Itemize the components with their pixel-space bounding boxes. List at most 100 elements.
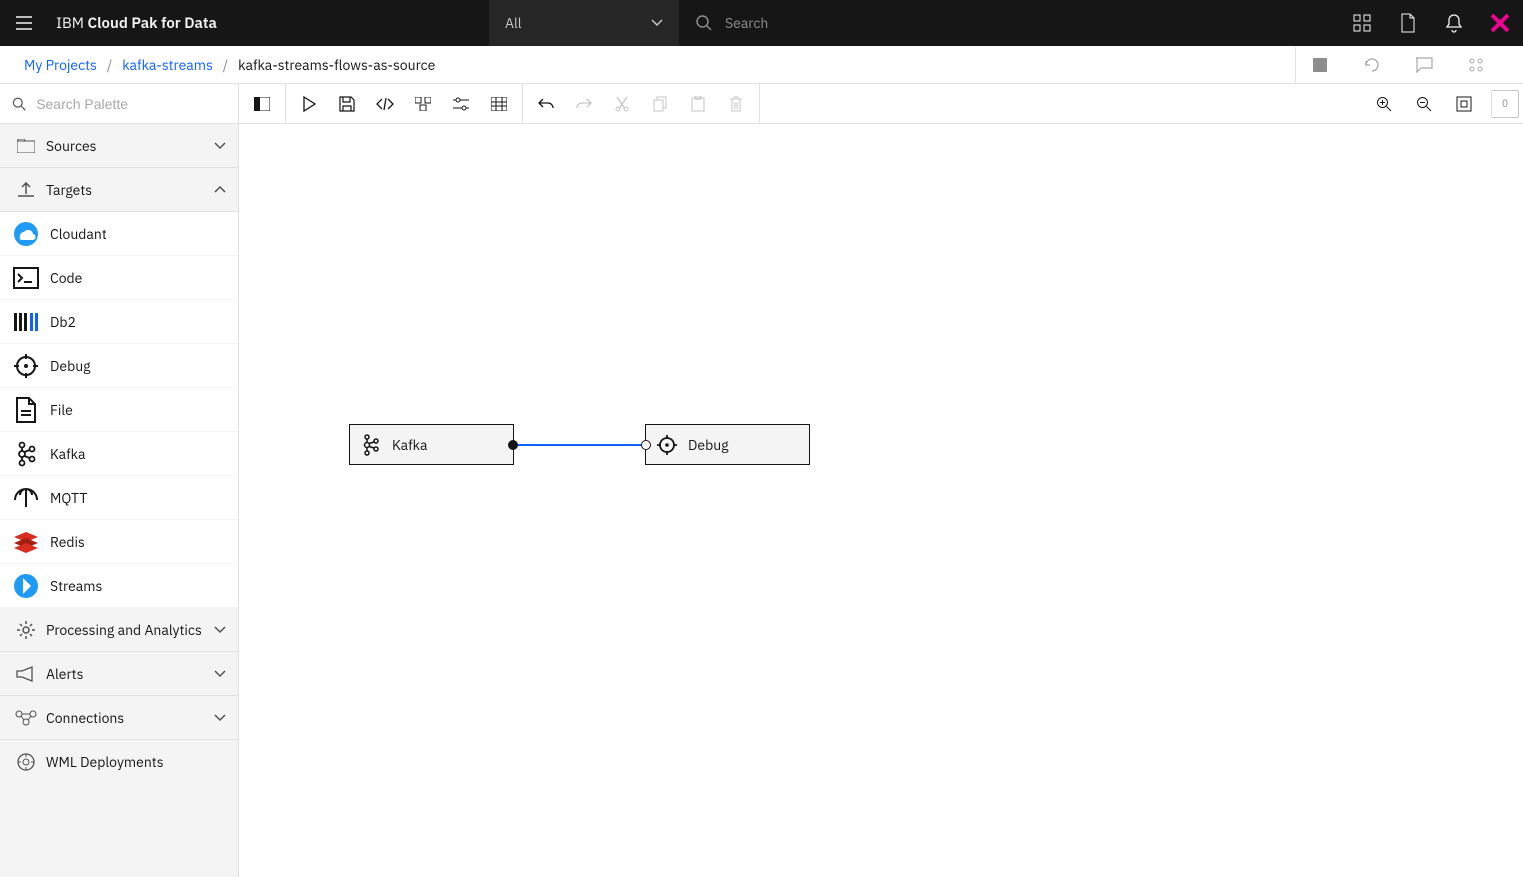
category-wml[interactable]: WML Deployments bbox=[0, 740, 238, 784]
comment-icon bbox=[1415, 57, 1433, 73]
apps-button[interactable] bbox=[1339, 0, 1385, 46]
zoom-in-icon bbox=[1376, 96, 1392, 112]
toggle-palette-button[interactable] bbox=[243, 85, 281, 123]
app-switcher-icon bbox=[1353, 14, 1371, 32]
redo-icon bbox=[576, 98, 592, 110]
node-debug[interactable]: Debug bbox=[645, 424, 810, 465]
zoom-fit-button[interactable] bbox=[1445, 85, 1483, 123]
undo-button[interactable] bbox=[527, 85, 565, 123]
scope-selected-label: All bbox=[505, 14, 522, 32]
zoom-controls: 0 bbox=[1361, 84, 1523, 123]
scope-dropdown[interactable]: All bbox=[489, 0, 679, 46]
global-search[interactable]: Search bbox=[679, 0, 1339, 46]
cut-button[interactable] bbox=[603, 85, 641, 123]
breadcrumb-project[interactable]: kafka-streams bbox=[122, 56, 213, 74]
notifications-badge[interactable]: 0 bbox=[1491, 90, 1519, 118]
table-icon bbox=[491, 97, 507, 111]
paste-button[interactable] bbox=[679, 85, 717, 123]
edge-kafka-debug[interactable] bbox=[514, 444, 645, 446]
palette-item-label: Redis bbox=[40, 533, 85, 551]
palette-search[interactable] bbox=[0, 84, 239, 123]
wml-icon bbox=[12, 752, 40, 772]
global-header: IBM Cloud Pak for Data All Search bbox=[0, 0, 1523, 46]
run-button[interactable] bbox=[290, 85, 328, 123]
category-alerts[interactable]: Alerts bbox=[0, 652, 238, 696]
document-button[interactable] bbox=[1385, 0, 1431, 46]
target-icon bbox=[656, 434, 678, 456]
category-connections[interactable]: Connections bbox=[0, 696, 238, 740]
undo-icon bbox=[538, 98, 554, 110]
category-label: Connections bbox=[40, 709, 214, 727]
palette-item-file[interactable]: File bbox=[0, 388, 238, 432]
brand-title: IBM Cloud Pak for Data bbox=[48, 14, 217, 33]
palette-item-label: MQTT bbox=[40, 489, 87, 507]
settings-button[interactable] bbox=[1451, 47, 1499, 83]
category-processing[interactable]: Processing and Analytics bbox=[0, 608, 238, 652]
zoom-in-button[interactable] bbox=[1365, 85, 1403, 123]
category-sources[interactable]: Sources bbox=[0, 124, 238, 168]
save-button[interactable] bbox=[328, 85, 366, 123]
schema-icon bbox=[415, 97, 431, 111]
palette-item-kafka[interactable]: Kafka bbox=[0, 432, 238, 476]
breadcrumb-current: kafka-streams-flows-as-source bbox=[238, 56, 435, 74]
palette-item-label: Debug bbox=[40, 357, 91, 375]
code-icon bbox=[376, 97, 394, 111]
palette-search-input[interactable] bbox=[36, 96, 226, 112]
breadcrumb: My Projects / kafka-streams / kafka-stre… bbox=[24, 56, 435, 74]
schema-button[interactable] bbox=[404, 85, 442, 123]
history-icon bbox=[1363, 56, 1381, 74]
code-button[interactable] bbox=[366, 85, 404, 123]
palette-item-db2[interactable]: Db2 bbox=[0, 300, 238, 344]
search-placeholder: Search bbox=[725, 14, 768, 32]
table-button[interactable] bbox=[480, 85, 518, 123]
hamburger-icon bbox=[14, 13, 34, 33]
comments-button[interactable] bbox=[1399, 47, 1447, 83]
palette-item-label: Db2 bbox=[40, 313, 76, 331]
palette-item-debug[interactable]: Debug bbox=[0, 344, 238, 388]
stop-button[interactable] bbox=[1295, 47, 1343, 83]
paste-icon bbox=[691, 96, 705, 112]
chevron-up-icon bbox=[214, 186, 226, 194]
zoom-out-icon bbox=[1416, 96, 1432, 112]
category-label: Targets bbox=[40, 181, 214, 199]
badge-count: 0 bbox=[1502, 97, 1508, 110]
brand-product: Cloud Pak for Data bbox=[88, 14, 217, 33]
hamburger-menu-button[interactable] bbox=[0, 0, 48, 46]
zoom-fit-icon bbox=[1456, 96, 1472, 112]
db2-icon bbox=[12, 308, 40, 336]
delete-button[interactable] bbox=[717, 85, 755, 123]
cut-icon bbox=[615, 96, 629, 112]
notifications-button[interactable] bbox=[1431, 0, 1477, 46]
close-button[interactable] bbox=[1477, 0, 1523, 46]
streams-icon bbox=[12, 572, 40, 600]
breadcrumb-root[interactable]: My Projects bbox=[24, 56, 97, 74]
copy-button[interactable] bbox=[641, 85, 679, 123]
flow-canvas[interactable]: Kafka Debug bbox=[239, 124, 1523, 877]
category-targets[interactable]: Targets bbox=[0, 168, 238, 212]
folder-icon bbox=[12, 139, 40, 153]
copy-icon bbox=[653, 96, 667, 112]
palette-item-code[interactable]: Code bbox=[0, 256, 238, 300]
palette-item-streams[interactable]: Streams bbox=[0, 564, 238, 608]
chevron-down-icon bbox=[214, 142, 226, 150]
palette-item-cloudant[interactable]: Cloudant bbox=[0, 212, 238, 256]
history-button[interactable] bbox=[1347, 47, 1395, 83]
input-port[interactable] bbox=[641, 440, 651, 450]
category-label: WML Deployments bbox=[40, 753, 226, 771]
palette-sidebar: Sources Targets Cloudant bbox=[0, 124, 239, 877]
parameters-button[interactable] bbox=[442, 85, 480, 123]
palette-item-redis[interactable]: Redis bbox=[0, 520, 238, 564]
redo-button[interactable] bbox=[565, 85, 603, 123]
output-port[interactable] bbox=[508, 440, 518, 450]
node-kafka[interactable]: Kafka bbox=[349, 424, 514, 465]
palette-item-mqtt[interactable]: MQTT bbox=[0, 476, 238, 520]
panel-toggle-icon bbox=[254, 97, 270, 111]
header-actions bbox=[1339, 0, 1523, 46]
category-label: Processing and Analytics bbox=[40, 621, 214, 639]
chevron-down-icon bbox=[214, 714, 226, 722]
kafka-icon bbox=[360, 434, 382, 456]
node-label: Kafka bbox=[392, 436, 427, 454]
cloudant-icon bbox=[12, 220, 40, 248]
zoom-out-button[interactable] bbox=[1405, 85, 1443, 123]
mqtt-icon bbox=[12, 484, 40, 512]
